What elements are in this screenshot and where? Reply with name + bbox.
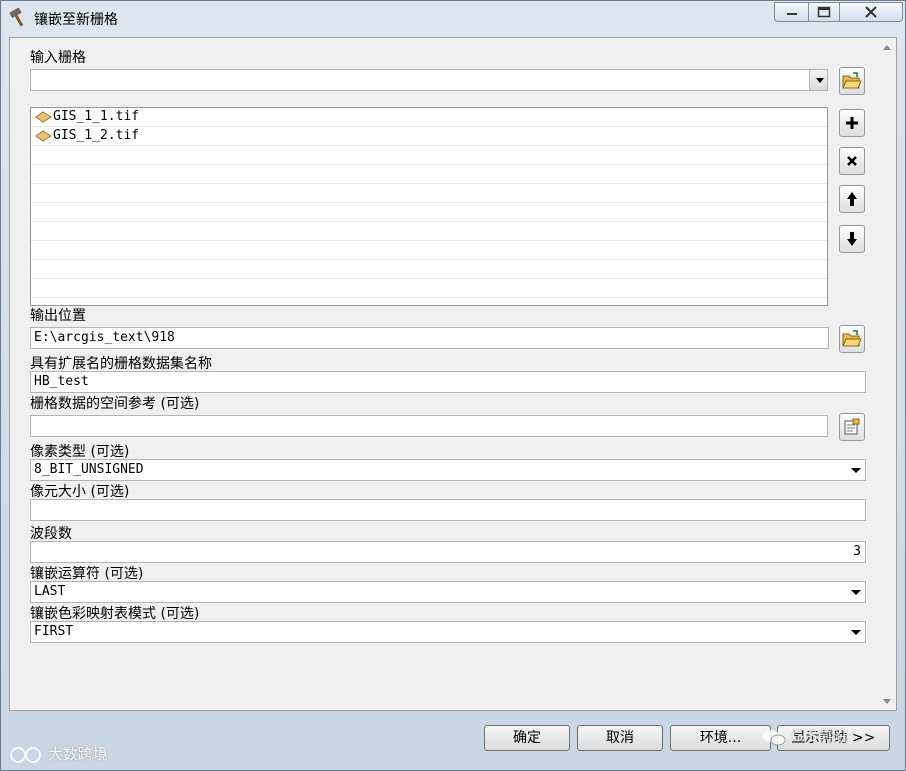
move-up-button[interactable] [839,185,865,213]
dataset-name-input[interactable]: HB_test [30,371,866,393]
scroll-down-icon[interactable] [883,699,891,704]
open-folder-icon [842,330,862,347]
spatial-reference-properties-button[interactable] [839,413,865,441]
chevron-down-icon[interactable] [851,468,861,473]
watermark-logo-icon [10,746,41,763]
raster-dataset-icon [35,111,52,123]
list-item[interactable]: GIS_1_1.tif [31,108,827,127]
raster-dataset-icon [35,130,52,142]
maximize-icon [817,6,831,18]
minimize-button[interactable] [774,2,809,22]
input-raster-dropdown[interactable] [809,70,827,90]
chevron-down-icon [816,78,824,83]
list-item-label: GIS_1_1.tif [53,109,140,124]
mosaic-operator-value: LAST [34,584,66,599]
watermark-left: 大数跨境 [9,743,108,765]
environments-button[interactable]: 环境... [670,725,771,751]
pixel-type-select[interactable]: 8_BIT_UNSIGNED [30,459,866,481]
tool-dialog-window: 镶嵌至新栅格 输入栅格 GIS_1_1.tif GIS_1_2.tif 输出位置… [0,0,906,771]
cancel-button[interactable]: 取消 [577,725,663,751]
mosaic-operator-label: 镶嵌运算符 (可选) [30,566,144,582]
pixel-type-label: 像素类型 (可选) [30,444,130,460]
output-location-input[interactable]: E:\arcgis_text\918 [30,327,829,349]
colormap-mode-value: FIRST [34,624,74,639]
watermark-left-text: 大数跨境 [47,745,108,763]
cell-size-input[interactable] [30,499,866,521]
mosaic-operator-select[interactable]: LAST [30,581,866,603]
list-empty-row [31,146,827,165]
close-button[interactable] [839,2,903,22]
title-bar: 镶嵌至新栅格 [1,1,905,33]
input-raster-label: 输入栅格 [30,50,86,66]
list-empty-row [31,165,827,184]
list-empty-row [31,279,827,298]
move-down-button[interactable] [839,225,865,253]
output-location-value: E:\arcgis_text\918 [34,330,175,345]
bands-input[interactable]: 3 [30,541,866,563]
x-icon [847,156,857,166]
input-raster-browse-button[interactable] [839,67,865,95]
remove-raster-button[interactable] [839,147,865,175]
input-raster-combo[interactable] [30,69,828,91]
maximize-button[interactable] [808,2,840,22]
wechat-icon [763,729,786,745]
close-icon [865,6,877,18]
hammer-icon [9,7,24,27]
plus-icon [846,117,858,129]
list-empty-row [31,184,827,203]
colormap-mode-select[interactable]: FIRST [30,621,866,643]
chevron-down-icon[interactable] [851,590,861,595]
minimize-icon [786,13,797,15]
list-empty-row [31,222,827,241]
parameters-panel: 输入栅格 GIS_1_1.tif GIS_1_2.tif 输出位置 E:\arc… [9,37,897,711]
vertical-scrollbar[interactable] [880,38,896,710]
chevron-down-icon[interactable] [851,630,861,635]
window-title: 镶嵌至新栅格 [34,12,118,28]
arrow-down-icon [847,232,857,246]
output-location-label: 输出位置 [30,308,86,324]
list-empty-row [31,203,827,222]
watermark-right-text: GIS前沿 [791,727,848,745]
spatial-reference-properties-icon [844,418,860,435]
bands-label: 波段数 [30,526,72,542]
dataset-name-label: 具有扩展名的栅格数据集名称 [30,356,212,372]
watermark-right: GIS前沿 [761,725,847,747]
list-empty-row [31,260,827,279]
ok-button[interactable]: 确定 [484,725,570,751]
list-empty-row [31,241,827,260]
colormap-mode-label: 镶嵌色彩映射表模式 (可选) [30,606,200,622]
add-raster-button[interactable] [839,109,865,137]
arrow-up-icon [847,192,857,206]
list-item[interactable]: GIS_1_2.tif [31,127,827,146]
output-location-browse-button[interactable] [839,325,865,353]
dataset-name-value: HB_test [34,374,89,389]
input-raster-list[interactable]: GIS_1_1.tif GIS_1_2.tif [30,107,828,306]
list-item-label: GIS_1_2.tif [53,128,140,143]
scroll-up-icon[interactable] [883,45,891,50]
pixel-type-value: 8_BIT_UNSIGNED [34,462,144,477]
bands-value: 3 [853,544,861,559]
open-folder-icon [842,72,862,89]
cell-size-label: 像元大小 (可选) [30,484,130,500]
spatial-reference-input[interactable] [30,415,828,437]
spatial-reference-label: 栅格数据的空间参考 (可选) [30,396,200,412]
